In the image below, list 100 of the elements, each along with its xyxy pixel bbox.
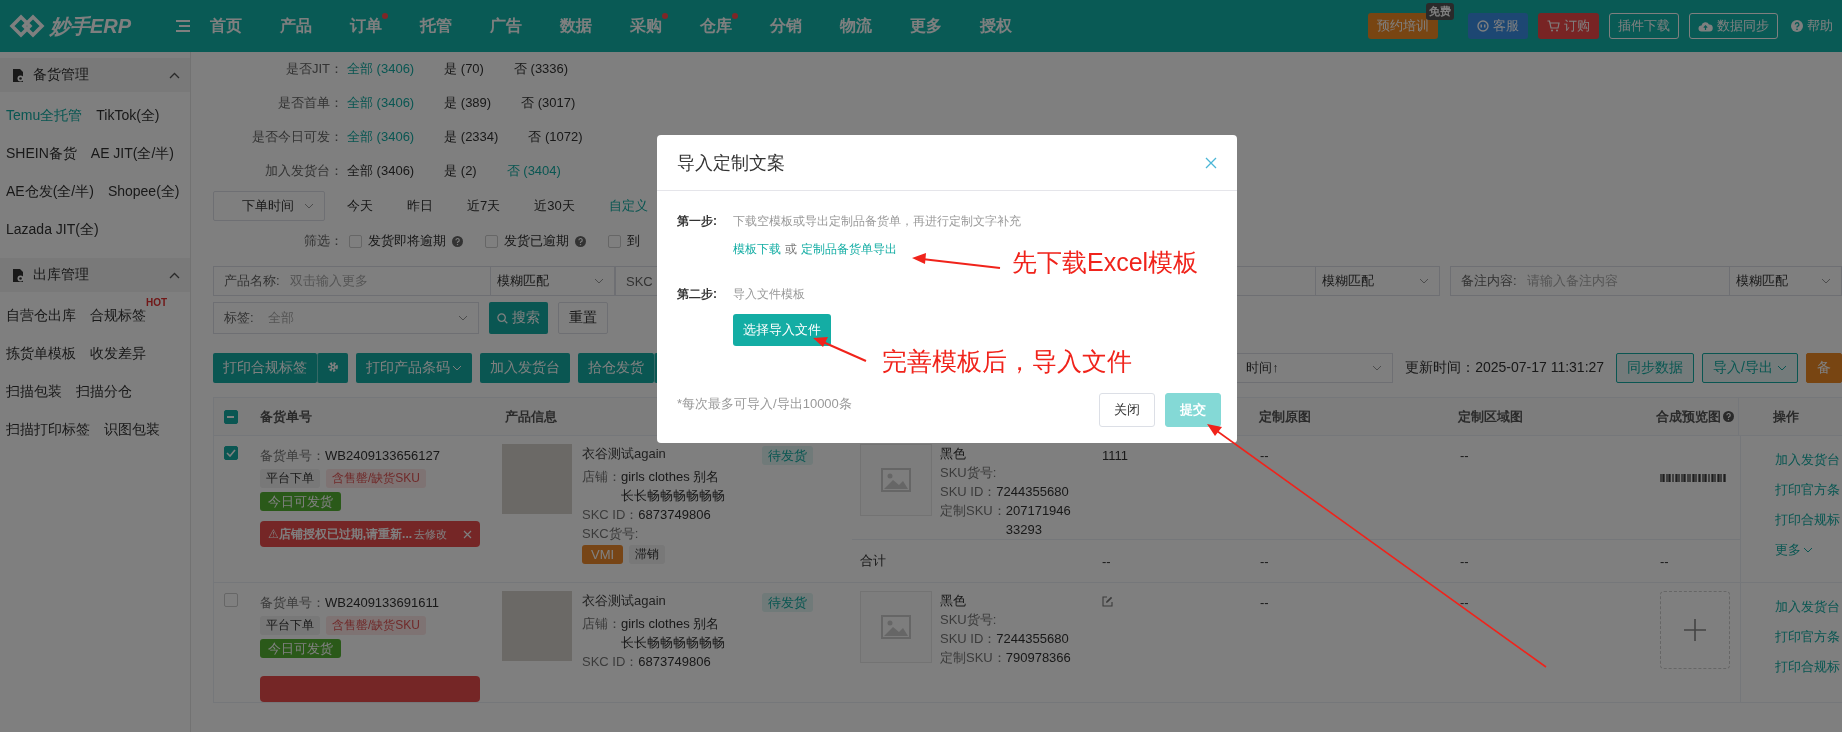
nav-item[interactable]: 数据 — [560, 15, 630, 37]
date-option[interactable]: 今天 — [347, 197, 373, 215]
filter-option[interactable]: 否 (3017) — [521, 94, 576, 112]
sidebar-item[interactable]: 扫描包装 — [6, 372, 62, 410]
total-value: -- — [1260, 553, 1269, 569]
reset-button[interactable]: 重置 — [558, 302, 608, 334]
nav-item[interactable]: 采购 — [630, 15, 700, 37]
filter-option[interactable]: 是 (389) — [444, 94, 492, 112]
toolbar-button[interactable]: 备 — [1806, 353, 1842, 383]
toolbar-button[interactable]: 加入发货台 — [480, 353, 570, 383]
top-action-button[interactable]: 插件下载 — [1609, 13, 1679, 39]
date-type-select[interactable]: 下单时间 — [213, 191, 325, 221]
skc-id: 6873749806 — [638, 653, 711, 671]
toolbar-button[interactable]: 拾仓发货 — [578, 353, 654, 383]
top-action-button[interactable]: 数据同步 — [1689, 13, 1778, 39]
nav-item[interactable]: 授权 — [980, 15, 1050, 37]
column-header: 定制原图 — [1257, 407, 1312, 426]
filter-option[interactable]: 否 (3404) — [506, 162, 561, 180]
template-download-link[interactable]: 模板下载 — [733, 241, 781, 258]
menu-icon[interactable] — [176, 20, 190, 32]
filter-option[interactable]: 全部 (3406) — [347, 60, 415, 78]
sidebar-item[interactable]: AE JIT(全/半) — [90, 134, 175, 172]
sidebar-item[interactable]: 合规标签 — [90, 296, 146, 334]
sidebar-item[interactable]: Temu全托管 — [6, 96, 83, 134]
toolbar-button[interactable]: 打印合规标签 — [213, 353, 317, 383]
filter-option[interactable]: 是 (2) — [444, 162, 477, 180]
filter-checkbox[interactable]: 发货即将逾期 — [349, 232, 463, 250]
ship-today-tag: 今日可发货 — [260, 492, 341, 511]
toolbar-button[interactable]: 同步数据 — [1616, 353, 1695, 383]
nav-item[interactable]: 托管 — [420, 15, 490, 37]
sidebar-item[interactable]: 扫描打印标签 — [6, 410, 90, 448]
filter-option[interactable]: 否 (3336) — [513, 60, 569, 78]
filter-checkbox[interactable]: 到 — [608, 232, 640, 250]
edit-link[interactable]: 去修改 — [414, 526, 448, 542]
action-link[interactable]: 打印官方条 — [1775, 627, 1842, 646]
date-option[interactable]: 近7天 — [467, 197, 501, 215]
action-link[interactable]: 加入发货台 — [1775, 450, 1842, 469]
action-link[interactable]: 打印合规标 — [1775, 510, 1842, 529]
date-option[interactable]: 自定义 — [608, 197, 648, 215]
edit-icon[interactable] — [1102, 596, 1113, 607]
sidebar-item[interactable]: 收发差异 — [90, 334, 146, 372]
sidebar-item[interactable]: 自营仓出库 — [6, 296, 76, 334]
nav-item[interactable]: 订单 — [350, 15, 420, 37]
match-mode-select[interactable]: 模糊匹配 — [1730, 266, 1842, 296]
toolbar-button[interactable]: 打印产品条码 — [356, 353, 472, 383]
filter-checkbox[interactable]: 发货已逾期 — [485, 232, 586, 250]
help-link[interactable]: 帮助 — [1788, 13, 1836, 39]
or-text: 或 — [785, 241, 797, 258]
search-button[interactable]: 搜索 — [489, 302, 548, 334]
row-checkbox[interactable] — [223, 593, 238, 607]
action-link[interactable]: 打印官方条 — [1775, 480, 1842, 499]
filter-label: 是否今日可发： — [251, 128, 343, 146]
sidebar-item[interactable]: SHEIN备货 — [6, 134, 77, 172]
top-action-button[interactable]: 客服 — [1468, 13, 1528, 39]
choose-file-button[interactable]: 选择导入文件 — [733, 314, 831, 346]
filter-option[interactable]: 全部 (3406) — [347, 94, 415, 112]
nav-item[interactable]: 物流 — [840, 15, 910, 37]
filter-label: 是否JIT： — [284, 60, 343, 78]
filter-option[interactable]: 是 (70) — [444, 60, 484, 78]
sidebar-section-header[interactable]: 出库管理 — [0, 258, 190, 292]
match-mode-select[interactable]: 模糊匹配 — [491, 266, 615, 296]
nav-item[interactable]: 更多 — [910, 15, 980, 37]
filter-option[interactable]: 否 (1072) — [528, 128, 583, 146]
sku-variant: 黑色 — [940, 592, 967, 610]
settings-button[interactable] — [317, 353, 348, 383]
close-icon[interactable] — [1205, 156, 1217, 169]
filter-option[interactable]: 全部 (3406) — [347, 128, 415, 146]
caret-icon — [594, 278, 604, 284]
nav-item[interactable]: 仓库 — [700, 15, 770, 37]
top-action-button[interactable]: 订购 — [1538, 13, 1599, 39]
row-checkbox[interactable] — [223, 446, 238, 460]
date-option[interactable]: 近30天 — [534, 197, 575, 215]
action-link[interactable]: 打印合规标 — [1775, 657, 1842, 676]
sort-select[interactable]: 时间↑ — [1235, 353, 1394, 383]
filter-option[interactable]: 是 (2334) — [444, 128, 499, 146]
sidebar-item[interactable]: Shopee(全) — [107, 172, 180, 210]
sidebar-item[interactable]: AE仓发(全/半) — [6, 172, 94, 210]
total-value: -- — [1460, 553, 1469, 569]
action-link[interactable]: 更多 — [1775, 540, 1842, 559]
nav-item[interactable]: 产品 — [280, 15, 350, 37]
action-link[interactable]: 加入发货台 — [1775, 597, 1842, 616]
select-all-checkbox[interactable] — [223, 409, 238, 424]
sidebar-section-header[interactable]: 备货管理 — [0, 58, 190, 92]
nav-item[interactable]: 分销 — [770, 15, 840, 37]
hot-label: HOT — [146, 296, 168, 310]
nav-item[interactable]: 广告 — [490, 15, 560, 37]
export-link[interactable]: 定制品备货单导出 — [801, 241, 897, 258]
field-label: 备货单号： — [260, 594, 325, 612]
sidebar-item[interactable]: TikTok(全) — [96, 96, 160, 134]
sidebar-item[interactable]: 拣货单模板 — [6, 334, 76, 372]
close-button[interactable]: 关闭 — [1099, 393, 1155, 427]
sidebar-item[interactable]: Lazada JIT(全) — [6, 210, 99, 248]
sidebar-item[interactable]: 识图包装 — [104, 410, 160, 448]
nav-item[interactable]: 首页 — [210, 15, 280, 37]
filter-option[interactable]: 全部 (3406) — [347, 162, 415, 180]
upload-box[interactable] — [1660, 591, 1730, 669]
sidebar-item[interactable]: 扫描分仓 — [76, 372, 132, 410]
match-mode-select[interactable]: 模糊匹配 — [1316, 266, 1440, 296]
date-option[interactable]: 昨日 — [407, 197, 433, 215]
toolbar-button[interactable]: 导入/导出 — [1702, 353, 1798, 383]
